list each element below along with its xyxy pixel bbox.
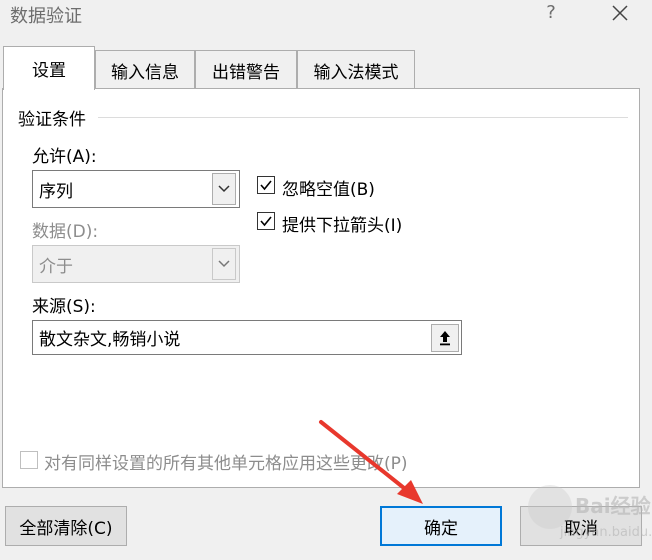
tab-input-message[interactable]: 输入信息 [95,50,195,90]
ok-button[interactable]: 确定 [380,506,502,546]
dropdown-arrow-checkbox[interactable] [257,212,275,230]
checkmark-icon [260,180,272,191]
checkmark-icon [260,216,272,227]
dropdown-arrow-label[interactable]: 提供下拉箭头(I) [282,211,402,236]
source-input[interactable]: 散文杂文,畅销小说 [32,320,462,355]
close-icon [612,5,628,21]
allow-value: 序列 [39,181,73,202]
watermark-subtext: jingyan.baidu.com [560,525,652,540]
source-label: 来源(S): [32,297,96,317]
chevron-down-icon [212,248,236,280]
watermark-text: Bai经验 [575,494,651,518]
data-label: 数据(D): [32,222,99,242]
allow-label: 允许(A): [32,147,97,167]
watermark-logo [528,485,572,529]
close-button[interactable] [604,1,636,27]
data-value: 介于 [39,256,73,277]
ignore-blank-checkbox[interactable] [257,176,275,194]
range-picker-button[interactable] [431,323,459,352]
clear-all-button[interactable]: 全部清除(C) [5,506,127,546]
allow-select[interactable]: 序列 [32,170,240,208]
dialog-title: 数据验证 [10,6,82,27]
collapse-range-icon [440,330,450,345]
annotation-arrow [319,420,423,504]
tab-ime-mode[interactable]: 输入法模式 [297,50,415,90]
data-select: 介于 [32,245,240,283]
tab-error-alert[interactable]: 出错警告 [195,50,297,90]
chevron-down-icon[interactable] [212,173,236,205]
group-divider [98,117,628,118]
source-value: 散文杂文,畅销小说 [39,330,181,350]
tab-settings[interactable]: 设置 [3,46,95,90]
apply-all-checkbox [20,451,38,469]
help-button[interactable]: ? [541,2,561,26]
group-title: 验证条件 [18,110,86,130]
ignore-blank-label[interactable]: 忽略空值(B) [282,175,375,200]
